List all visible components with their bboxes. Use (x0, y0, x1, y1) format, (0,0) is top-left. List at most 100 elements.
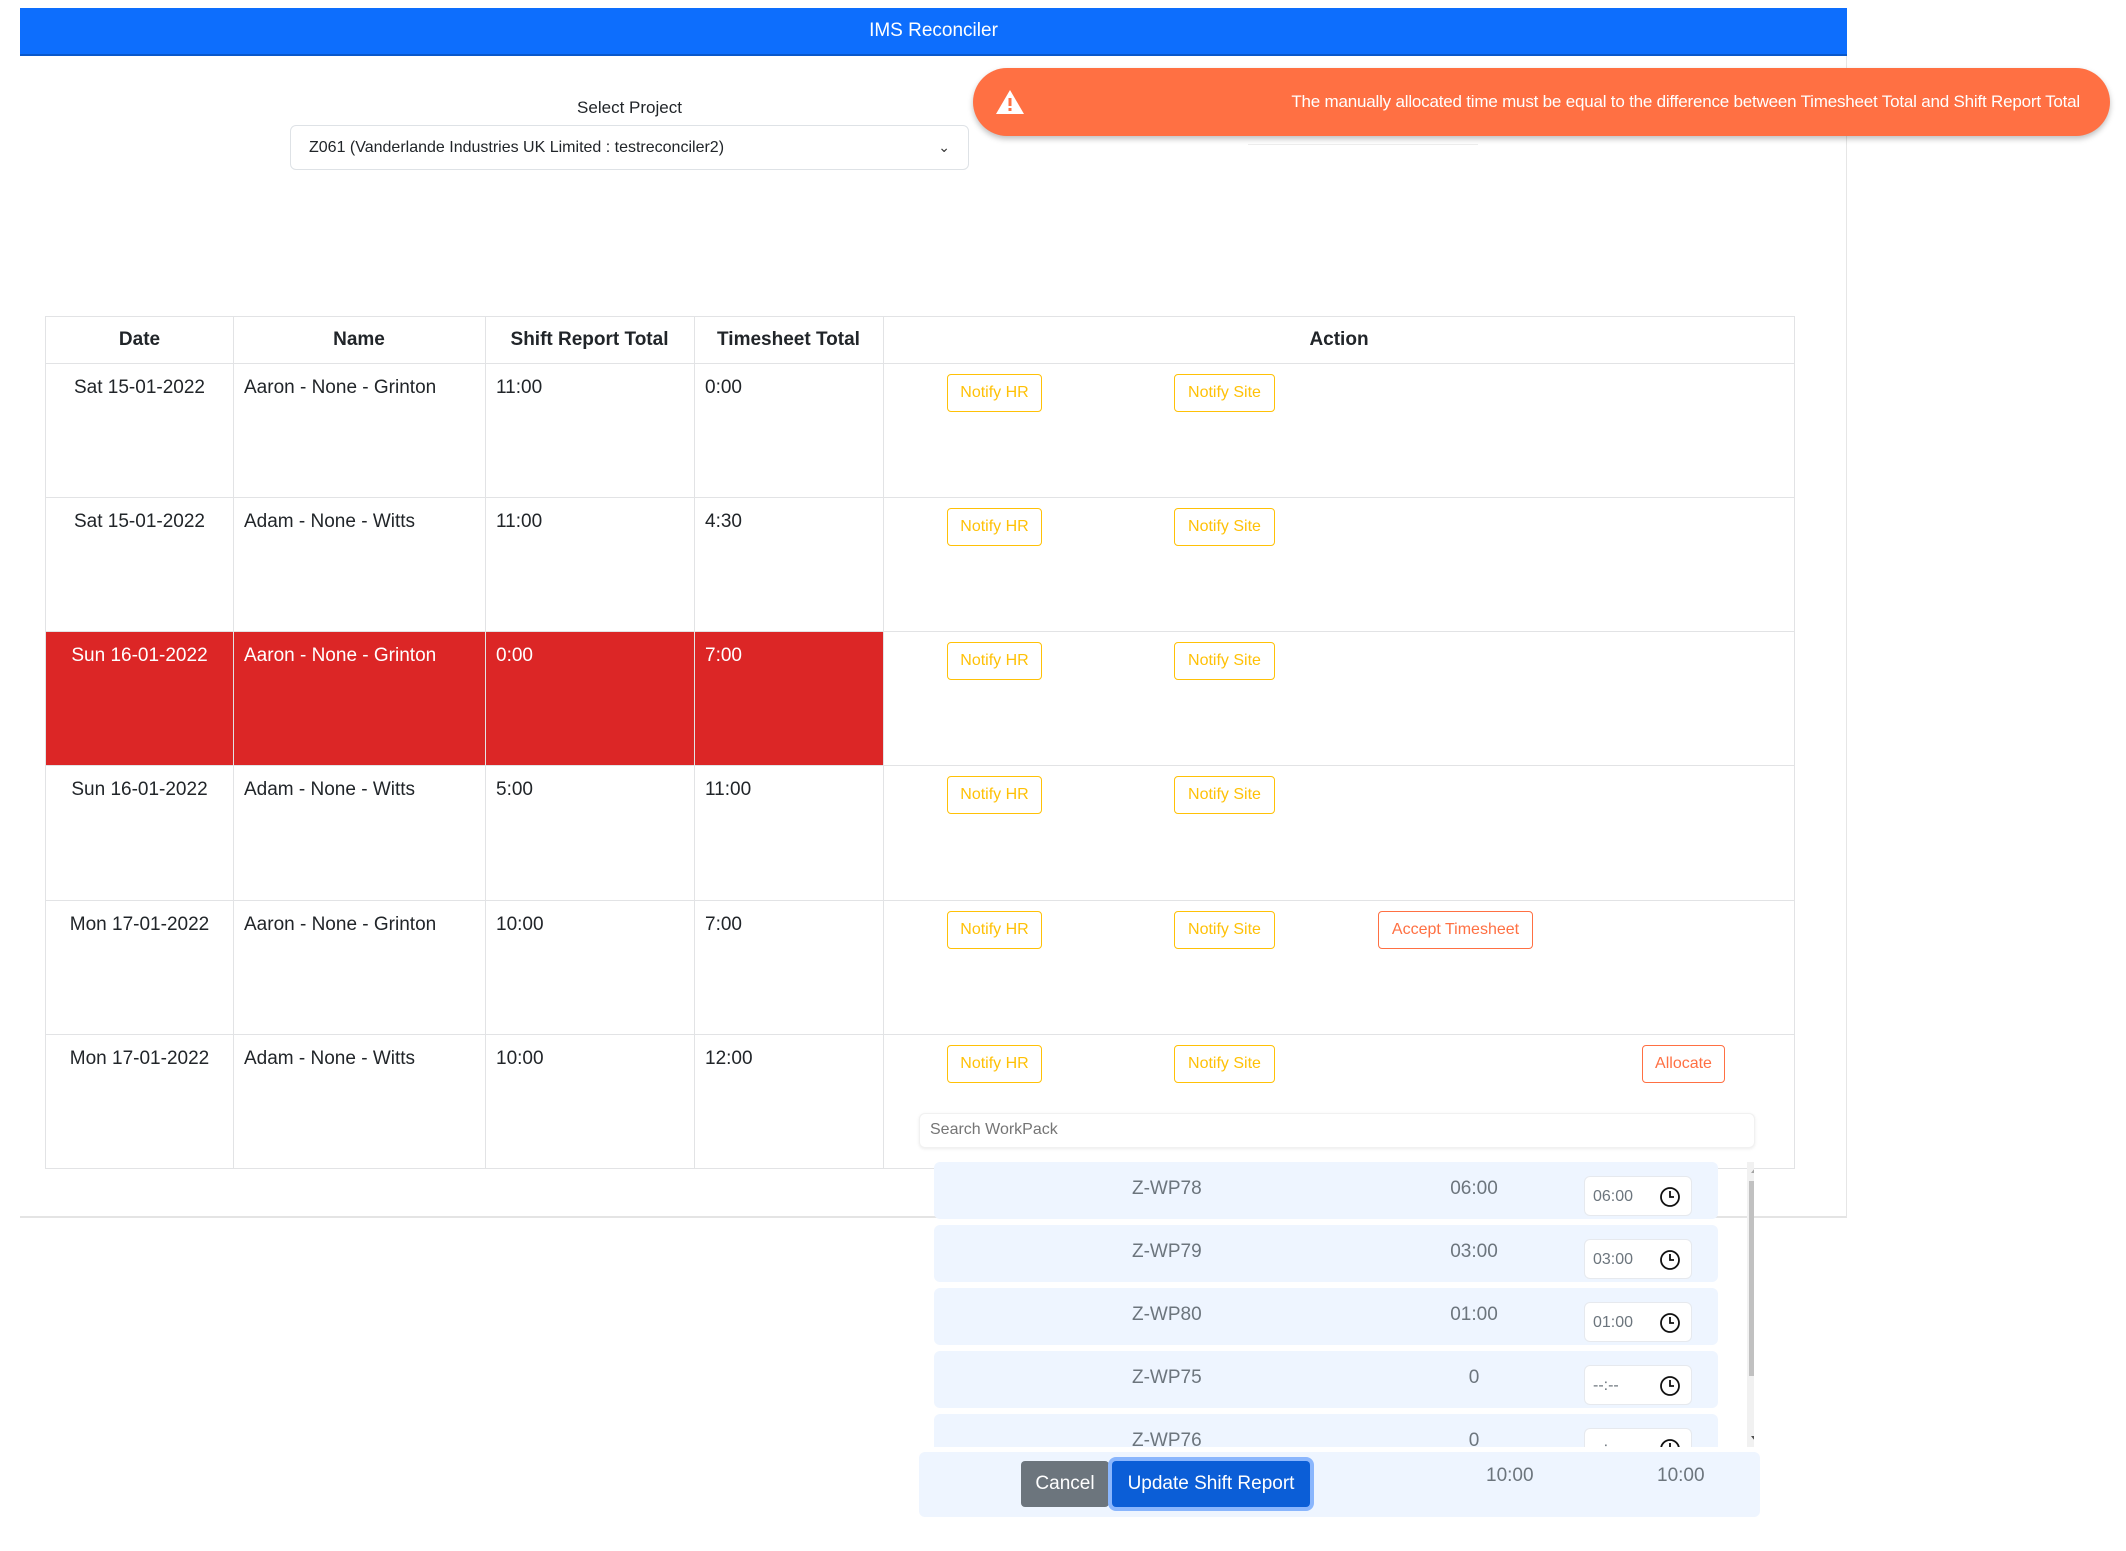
workpack-item: Z-WP80 01:00 01:00 (934, 1287, 1718, 1345)
cancel-button[interactable]: Cancel (1021, 1460, 1109, 1507)
workpack-time-input[interactable]: 06:00 (1584, 1175, 1692, 1216)
cell-shift-report-total: 11:00 (485, 362, 695, 499)
cell-name: Adam - None - Witts (233, 1033, 486, 1170)
cell-timesheet-total: 12:00 (694, 1033, 884, 1170)
cell-timesheet-total: 7:00 (694, 631, 884, 767)
allocation-footer: Cancel Update Shift Report 10:00 10:00 (919, 1451, 1760, 1517)
notify-hr-button[interactable]: Notify HR (947, 642, 1042, 681)
workpack-time-input[interactable]: --:-- (1584, 1427, 1692, 1447)
workpack-hours: 0 (1468, 1366, 1480, 1388)
app-header: IMS Reconciler (20, 8, 1847, 56)
cell-name: Aaron - None - Grinton (233, 362, 486, 499)
cell-date: Mon 17-01-2022 (45, 899, 234, 1035)
toast-message: The manually allocated time must be equa… (1291, 92, 2080, 111)
scroll-up-arrow-icon[interactable] (1751, 1167, 1754, 1173)
workpack-search-input[interactable] (919, 1112, 1755, 1148)
clock-icon[interactable] (1659, 1438, 1681, 1447)
cell-date: Sun 16-01-2022 (45, 631, 234, 767)
cell-date: Sat 15-01-2022 (45, 497, 234, 633)
workpack-hours: 01:00 (1450, 1303, 1498, 1325)
table-row-highlighted: Sun 16-01-2022 Aaron - None - Grinton 0:… (45, 631, 1795, 767)
header-date: Date (45, 316, 234, 364)
workpack-time-input[interactable]: 03:00 (1584, 1238, 1692, 1279)
cell-name: Aaron - None - Grinton (233, 899, 486, 1035)
project-select-value: Z061 (Vanderlande Industries UK Limited … (309, 138, 725, 156)
clock-icon[interactable] (1659, 1312, 1681, 1334)
clock-icon[interactable] (1659, 1186, 1681, 1208)
chevron-down-icon: ⌄ (938, 139, 950, 155)
cell-timesheet-total: 11:00 (694, 765, 884, 901)
notify-site-button[interactable]: Notify Site (1174, 776, 1275, 815)
cell-timesheet-total: 0:00 (694, 362, 884, 499)
cell-actions: Notify HR Notify Site Allocate Z-WP78 06… (883, 1033, 1795, 1517)
notify-hr-button[interactable]: Notify HR (947, 910, 1042, 949)
time-input-value: 03:00 (1593, 1250, 1634, 1268)
cell-name: Aaron - None - Grinton (233, 631, 486, 767)
workpack-name: Z-WP75 (1132, 1366, 1202, 1388)
project-select[interactable]: Z061 (Vanderlande Industries UK Limited … (290, 125, 969, 170)
scroll-down-arrow-icon[interactable] (1751, 1435, 1754, 1441)
reconciliation-table: Date Name Shift Report Total Timesheet T… (45, 316, 1795, 1517)
table-row: Mon 17-01-2022 Adam - None - Witts 10:00… (45, 1033, 1795, 1517)
cell-shift-report-total: 0:00 (485, 631, 695, 767)
cell-timesheet-total: 7:00 (694, 899, 884, 1035)
workpack-list: Z-WP78 06:00 06:00 Z-WP79 03:00 03:00 Z-… (934, 1161, 1754, 1447)
notify-hr-button[interactable]: Notify HR (947, 776, 1042, 815)
cell-date: Sun 16-01-2022 (45, 765, 234, 901)
workpack-name: Z-WP78 (1132, 1177, 1202, 1199)
app-title: IMS Reconciler (869, 20, 998, 41)
workpack-item: Z-WP75 0 --:-- (934, 1350, 1718, 1408)
time-input-value: --:-- (1593, 1440, 1619, 1447)
notify-hr-button[interactable]: Notify HR (947, 508, 1042, 547)
cell-date: Mon 17-01-2022 (45, 1033, 234, 1170)
total-required: 10:00 (1657, 1464, 1705, 1486)
header-name: Name (233, 316, 486, 364)
notify-site-button[interactable]: Notify Site (1174, 642, 1275, 681)
cell-actions: Notify HR Notify Site (883, 497, 1795, 633)
scrollbar-thumb[interactable] (1749, 1180, 1754, 1376)
workpack-item: Z-WP78 06:00 06:00 (934, 1161, 1718, 1219)
header-timesheet-total: Timesheet Total (694, 316, 884, 364)
allocation-panel: Z-WP78 06:00 06:00 Z-WP79 03:00 03:00 (884, 1035, 1794, 1551)
workpack-name: Z-WP79 (1132, 1240, 1202, 1262)
workpack-scrollbar[interactable] (1747, 1161, 1754, 1447)
workpack-item: Z-WP79 03:00 03:00 (934, 1224, 1718, 1282)
notify-hr-button[interactable]: Notify HR (947, 374, 1042, 412)
header-shift-report-total: Shift Report Total (485, 316, 695, 364)
workpack-name: Z-WP76 (1132, 1429, 1202, 1447)
cell-timesheet-total: 4:30 (694, 497, 884, 633)
workpack-hours: 03:00 (1450, 1240, 1498, 1262)
total-allocated: 10:00 (1486, 1464, 1534, 1486)
workpack-time-input[interactable]: --:-- (1584, 1364, 1692, 1405)
workpack-time-input[interactable]: 01:00 (1584, 1301, 1692, 1342)
workpack-hours: 0 (1468, 1429, 1480, 1447)
table-row: Sun 16-01-2022 Adam - None - Witts 5:00 … (45, 765, 1795, 901)
notify-site-button[interactable]: Notify Site (1174, 508, 1275, 547)
error-toast[interactable]: The manually allocated time must be equa… (973, 68, 2110, 136)
cell-name: Adam - None - Witts (233, 497, 486, 633)
cell-actions: Notify HR Notify Site (883, 765, 1795, 901)
cell-actions: Notify HR Notify Site (883, 362, 1795, 499)
accept-timesheet-button[interactable]: Accept Timesheet (1378, 910, 1533, 949)
clock-icon[interactable] (1659, 1375, 1681, 1397)
time-input-value: 06:00 (1593, 1187, 1634, 1205)
workpack-name: Z-WP80 (1132, 1303, 1202, 1325)
notify-site-button[interactable]: Notify Site (1174, 374, 1275, 412)
cell-actions: Notify HR Notify Site (883, 631, 1795, 767)
update-shift-report-button[interactable]: Update Shift Report (1112, 1460, 1310, 1507)
warning-icon (996, 90, 1024, 114)
cell-actions: Notify HR Notify Site Accept Timesheet (883, 899, 1795, 1035)
header-action: Action (883, 316, 1795, 364)
time-input-value: 01:00 (1593, 1313, 1634, 1331)
notify-site-button[interactable]: Notify Site (1174, 910, 1275, 949)
table-row: Sat 15-01-2022 Aaron - None - Grinton 11… (45, 362, 1795, 499)
select-project-label: Select Project (577, 98, 682, 117)
cell-shift-report-total: 10:00 (485, 899, 695, 1035)
cell-name: Adam - None - Witts (233, 765, 486, 901)
cell-shift-report-total: 10:00 (485, 1033, 695, 1170)
cell-shift-report-total: 11:00 (485, 497, 695, 633)
workpack-item: Z-WP76 0 --:-- (934, 1413, 1718, 1447)
time-input-value: --:-- (1593, 1376, 1619, 1394)
table-row: Sat 15-01-2022 Adam - None - Witts 11:00… (45, 497, 1795, 633)
clock-icon[interactable] (1659, 1249, 1681, 1271)
